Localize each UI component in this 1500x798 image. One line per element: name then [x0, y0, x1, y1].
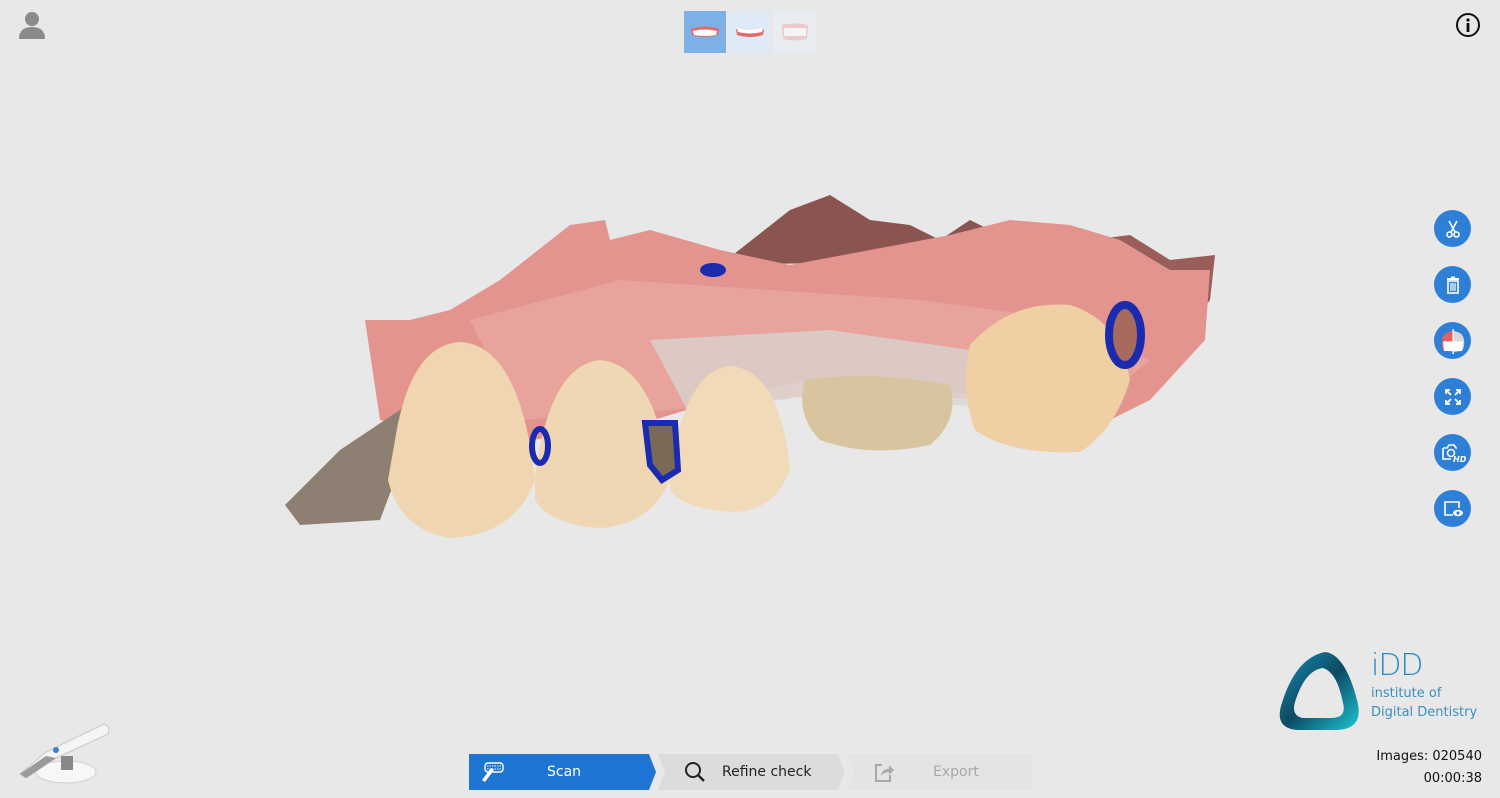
- svg-text:HD: HD: [1453, 455, 1466, 464]
- scan-icon: [469, 760, 515, 784]
- tab-lower-jaw[interactable]: [729, 11, 771, 53]
- texture-toggle-button[interactable]: [1434, 322, 1471, 359]
- idd-logo-mark: [1279, 652, 1359, 730]
- intraoral-scanner-icon: [16, 716, 112, 786]
- lower-jaw-icon: [736, 28, 764, 37]
- cut-button[interactable]: [1434, 210, 1471, 247]
- scan-status: Images: 020540 00:00:38: [1376, 746, 1482, 790]
- scan-timer: 00:00:38: [1423, 771, 1482, 786]
- idd-logo: iDD institute of Digital Dentistry: [1275, 648, 1495, 738]
- jaw-selector: [684, 11, 816, 53]
- tab-bite[interactable]: [774, 11, 816, 53]
- scan-model-viewport[interactable]: [270, 180, 1230, 550]
- search-icon: [672, 760, 718, 784]
- step-export-label: Export: [933, 764, 979, 780]
- workflow-steps: Scan Refine check Export: [469, 754, 1032, 790]
- model-tooth-5: [966, 304, 1130, 453]
- hd-photo-button[interactable]: HD: [1434, 434, 1471, 471]
- scan-gap-marker: [700, 263, 726, 277]
- logo-text: iDD institute of Digital Dentistry: [1371, 648, 1477, 722]
- step-export: Export: [847, 754, 1032, 790]
- logo-subtitle-line2: Digital Dentistry: [1371, 705, 1478, 720]
- user-avatar-icon[interactable]: [17, 10, 47, 40]
- bite-icon: [782, 23, 808, 41]
- logo-subtitle-line1: institute of: [1371, 686, 1442, 701]
- scissors-icon: [1445, 220, 1460, 238]
- right-toolbar: HD: [1434, 210, 1471, 527]
- fit-screen-icon: [1444, 388, 1461, 405]
- fit-screen-button[interactable]: [1434, 378, 1471, 415]
- preview-eye-icon: [1443, 500, 1463, 516]
- step-scan[interactable]: Scan: [469, 754, 656, 790]
- scan-gap-marker: [1105, 301, 1145, 369]
- step-refine-label: Refine check: [722, 764, 812, 780]
- export-icon: [861, 760, 907, 784]
- preview-button[interactable]: [1434, 490, 1471, 527]
- images-count: Images: 020540: [1376, 749, 1482, 764]
- upper-jaw-icon: [691, 26, 719, 37]
- hd-camera-icon: HD: [1441, 443, 1466, 464]
- texture-toggle-icon: [1441, 328, 1464, 354]
- model-tooth-prep: [802, 376, 953, 451]
- trash-icon: [1446, 276, 1459, 294]
- info-icon[interactable]: [1455, 12, 1481, 38]
- step-refine-check[interactable]: Refine check: [658, 754, 845, 790]
- logo-title: iDD: [1371, 648, 1424, 683]
- delete-button[interactable]: [1434, 266, 1471, 303]
- tab-upper-jaw[interactable]: [684, 11, 726, 53]
- step-scan-label: Scan: [547, 764, 582, 780]
